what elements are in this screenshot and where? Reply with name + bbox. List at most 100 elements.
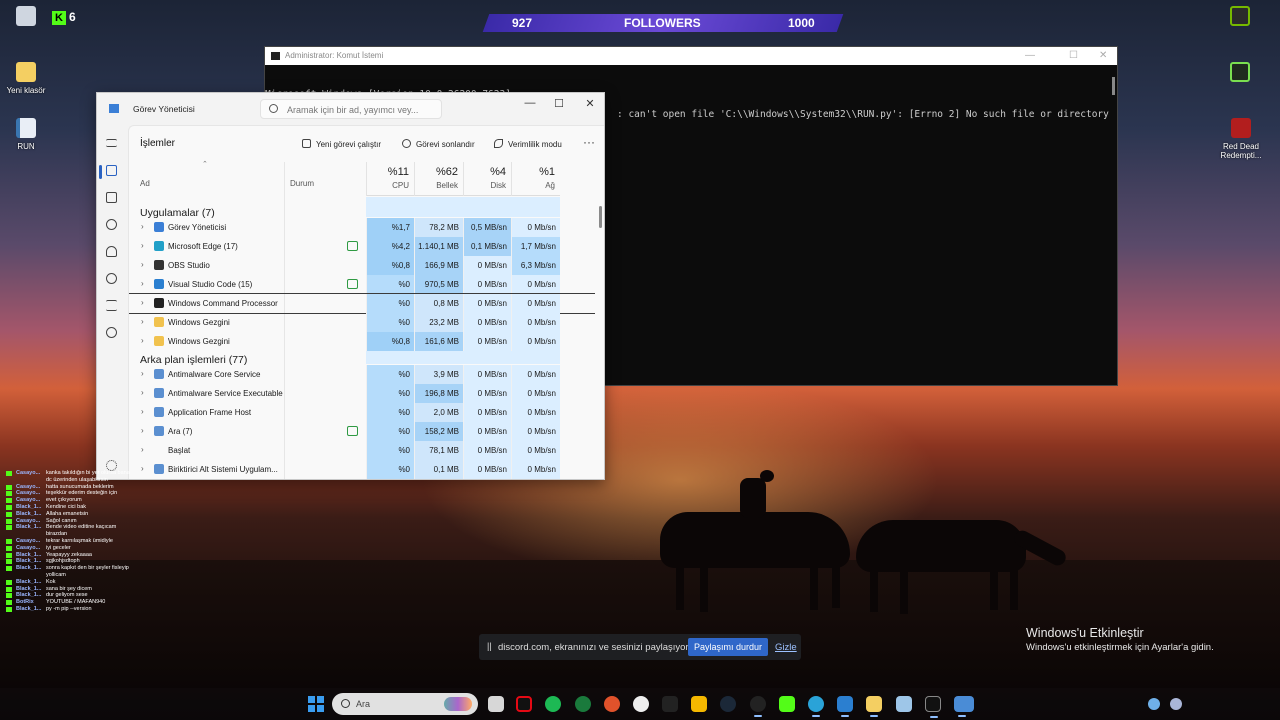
tm-search-box[interactable] xyxy=(260,99,442,119)
process-row[interactable]: › Microsoft Edge (17) %4,2 1.140,1 MB 0,1 MB… xyxy=(129,237,595,256)
minimize-icon[interactable]: — xyxy=(520,97,540,109)
process-row[interactable]: › Windows Gezgini %0,8 161,6 MB 0 MB/sn 0 Mb/… xyxy=(129,332,595,351)
hide-link[interactable]: Gizle xyxy=(775,642,797,653)
edge-icon[interactable] xyxy=(808,696,824,717)
epic-games-icon[interactable] xyxy=(662,696,678,712)
rockstar-icon[interactable] xyxy=(691,696,707,712)
process-list: Uygulamalar (7) Arka plan işlemleri (77)… xyxy=(129,197,595,479)
process-mem-cell: 78,1 MB xyxy=(414,441,463,460)
close-icon[interactable]: ✕ xyxy=(1099,47,1107,65)
expand-chevron-icon[interactable]: › xyxy=(141,317,144,326)
details-icon[interactable] xyxy=(106,300,117,311)
microphone-tray-icon[interactable] xyxy=(1170,698,1182,710)
maximize-icon[interactable]: ☐ xyxy=(1069,47,1078,65)
file-explorer-icon[interactable] xyxy=(866,696,882,717)
menu-icon[interactable] xyxy=(106,139,117,147)
process-row[interactable]: › Application Frame Host %0 2,0 MB 0 MB/sn 0 … xyxy=(129,403,595,422)
process-row[interactable]: › Başlat %0 78,1 MB 0 MB/sn 0 Mb/sn xyxy=(129,441,595,460)
more-options-button[interactable]: ··· xyxy=(583,135,595,149)
process-row[interactable]: › Antimalware Service Executable %0 196,8 M… xyxy=(129,384,595,403)
vscode-icon[interactable] xyxy=(837,696,853,717)
process-row[interactable]: › Antimalware Core Service %0 3,9 MB 0 MB/sn… xyxy=(129,365,595,384)
expand-chevron-icon[interactable]: › xyxy=(141,426,144,435)
kick-icon[interactable] xyxy=(779,696,795,712)
process-disk-cell: 0,1 MB/sn xyxy=(463,237,511,256)
efficiency-mode-button[interactable]: Verimlilik modu xyxy=(494,139,562,149)
group-band xyxy=(366,197,414,217)
expand-chevron-icon[interactable]: › xyxy=(141,388,144,397)
col-header-memory[interactable]: %62 Bellek xyxy=(414,162,463,196)
desktop-icon-nvidia[interactable] xyxy=(1220,6,1260,30)
task-view-icon[interactable] xyxy=(488,696,504,712)
process-row[interactable]: › Windows Gezgini %0 23,2 MB 0 MB/sn 0 Mb/sn xyxy=(129,313,595,332)
obs-icon[interactable] xyxy=(633,696,649,712)
col-header-name[interactable]: Ad xyxy=(140,179,150,188)
process-row[interactable]: › Görev Yöneticisi %1,7 78,2 MB 0,5 MB/sn 0 M… xyxy=(129,218,595,237)
expand-chevron-icon[interactable]: › xyxy=(141,222,144,231)
taskbar-search[interactable] xyxy=(332,693,478,715)
startup-apps-icon[interactable] xyxy=(106,246,117,257)
app-history-icon[interactable] xyxy=(106,219,117,230)
expand-chevron-icon[interactable]: › xyxy=(141,464,144,473)
chrome-icon[interactable] xyxy=(750,696,766,717)
taskbar-search-input[interactable] xyxy=(356,697,436,711)
expand-chevron-icon[interactable]: › xyxy=(141,279,144,288)
desktop-icon-rdr[interactable]: Red Dead Redempti... xyxy=(1210,118,1272,160)
desktop-icon-folder[interactable]: Yeni klasör xyxy=(0,62,56,95)
tm-titlebar[interactable]: Görev Yöneticisi — ☐ ✕ xyxy=(97,93,604,125)
task-manager-window[interactable]: Görev Yöneticisi — ☐ ✕ İşlemler Yeni gör… xyxy=(96,92,605,480)
expand-chevron-icon[interactable]: › xyxy=(141,407,144,416)
col-header-disk[interactable]: %4 Disk xyxy=(463,162,511,196)
terminal-icon[interactable] xyxy=(925,696,941,718)
disk-total: %4 xyxy=(490,166,506,178)
process-cpu-cell: %0 xyxy=(366,422,414,441)
processes-icon[interactable] xyxy=(106,165,117,176)
maximize-icon[interactable]: ☐ xyxy=(549,97,569,110)
minimize-icon[interactable]: — xyxy=(1025,47,1035,65)
spotify-icon[interactable] xyxy=(545,696,561,712)
kick-badge-icon xyxy=(6,545,12,551)
expand-chevron-icon[interactable]: › xyxy=(141,369,144,378)
desktop-icon-app[interactable] xyxy=(1220,62,1260,86)
tm-scrollbar[interactable] xyxy=(599,206,602,228)
end-task-button[interactable]: Görevi sonlandır xyxy=(402,139,475,149)
expand-chevron-icon[interactable]: › xyxy=(141,260,144,269)
stop-sharing-button[interactable]: Paylaşımı durdur xyxy=(688,638,768,656)
origin-icon[interactable] xyxy=(604,696,620,712)
new-task-button[interactable]: Yeni görevi çalıştır xyxy=(302,139,381,149)
performance-icon[interactable] xyxy=(106,192,117,203)
recycle-bin[interactable] xyxy=(0,6,56,30)
expand-chevron-icon[interactable]: › xyxy=(141,241,144,250)
col-header-cpu[interactable]: %11 CPU xyxy=(366,162,414,196)
netflix-icon[interactable] xyxy=(516,696,532,712)
expand-chevron-icon[interactable]: › xyxy=(141,336,144,345)
process-cpu-cell: %0 xyxy=(366,384,414,403)
process-row[interactable]: › OBS Studio %0,8 166,9 MB 0 MB/sn 6,3 Mb/sn xyxy=(129,256,595,275)
desktop-icon-run[interactable]: RUN xyxy=(0,118,56,151)
process-net-cell: 0 Mb/sn xyxy=(511,441,560,460)
process-icon xyxy=(154,260,164,270)
process-row[interactable]: › Visual Studio Code (15) %0 970,5 MB 0 MB/s… xyxy=(129,275,595,294)
process-row[interactable]: › Biriktirici Alt Sistemi Uygulam... %0 0,1… xyxy=(129,460,595,479)
kick-badge-icon xyxy=(6,586,12,592)
kick-badge-icon xyxy=(6,538,12,544)
expand-chevron-icon[interactable]: › xyxy=(141,445,144,454)
expand-chevron-icon[interactable]: › xyxy=(141,298,144,307)
task-manager-taskbar-icon[interactable] xyxy=(954,696,974,717)
col-header-network[interactable]: %1 Ağ xyxy=(511,162,560,196)
chat-message: Black_1... Kendine cici bak xyxy=(4,504,134,511)
photos-icon[interactable] xyxy=(896,696,912,712)
users-icon[interactable] xyxy=(106,273,117,284)
close-icon[interactable]: ✕ xyxy=(580,97,600,110)
onedrive-tray-icon[interactable] xyxy=(1148,698,1160,710)
cmd-scrollbar[interactable] xyxy=(1112,77,1115,95)
xbox-icon[interactable] xyxy=(575,696,591,712)
tm-search-input[interactable] xyxy=(287,103,437,116)
process-row[interactable]: › Windows Command Processor %0 0,8 MB 0 MB/s… xyxy=(129,293,595,314)
services-icon[interactable] xyxy=(106,327,117,338)
col-header-status[interactable]: Durum xyxy=(290,179,314,188)
start-button[interactable] xyxy=(308,696,324,712)
cmd-titlebar[interactable]: Administrator: Komut İstemi — ☐ ✕ xyxy=(265,47,1117,65)
steam-icon[interactable] xyxy=(720,696,736,712)
process-row[interactable]: › Ara (7) %0 158,2 MB 0 MB/sn 0 Mb/sn xyxy=(129,422,595,441)
